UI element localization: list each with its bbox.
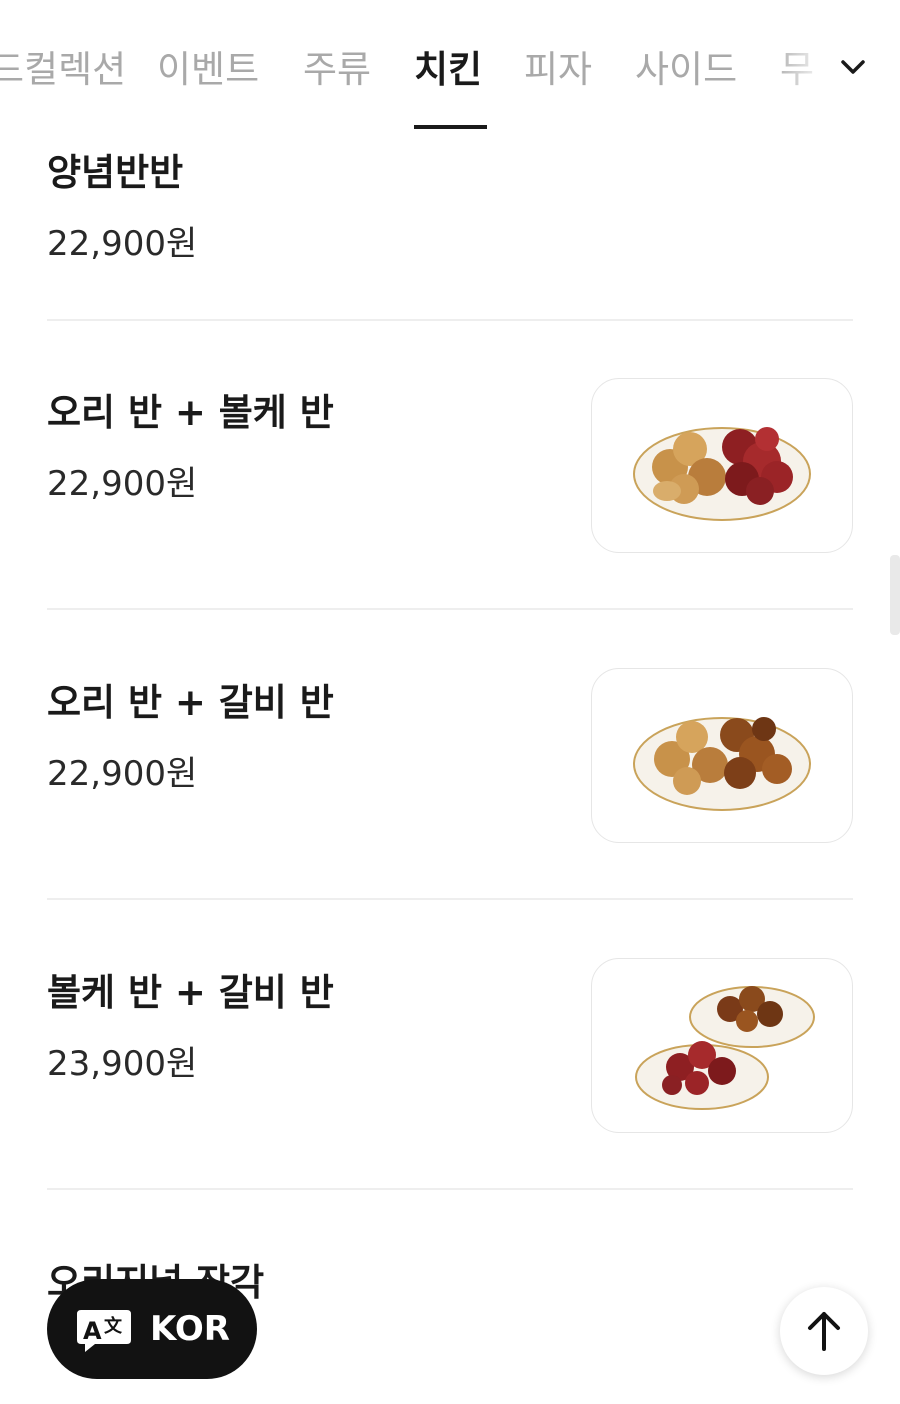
svg-text:A: A: [83, 1317, 102, 1345]
chicken-two-plates-image[interactable]: [591, 958, 853, 1133]
scrollbar[interactable]: [890, 555, 900, 635]
divider: [47, 898, 853, 900]
menu-item-volcano-galbi[interactable]: 볼케 반 + 갈비 반 23,900원: [0, 940, 900, 1160]
chicken-plate-image[interactable]: [591, 378, 853, 553]
divider: [47, 319, 853, 321]
tab-collection[interactable]: 드컬렉션: [0, 40, 126, 100]
menu-item-name: 오리 반 + 볼케 반: [47, 391, 334, 434]
scroll-to-top-button[interactable]: [780, 1287, 868, 1375]
translate-icon: A 文: [75, 1306, 133, 1354]
divider: [47, 1188, 853, 1190]
category-tab-bar: 드컬렉션 이벤트 주류 치킨 피자 사이드 무: [0, 0, 900, 130]
menu-item-yangnyeom-banban[interactable]: 양념반반 22,900원: [0, 130, 900, 310]
tab-fade-overlay: [770, 30, 900, 110]
active-tab-indicator: [414, 125, 487, 129]
tab-liquor[interactable]: 주류: [303, 40, 371, 100]
menu-item-price: 23,900원: [47, 1044, 198, 1084]
divider: [47, 608, 853, 610]
tab-side[interactable]: 사이드: [635, 40, 737, 100]
tab-event[interactable]: 이벤트: [157, 40, 259, 100]
menu-item-price: 22,900원: [47, 464, 198, 504]
menu-item-name: 양념반반: [47, 151, 184, 194]
chevron-down-icon[interactable]: [838, 52, 868, 82]
menu-item-duck-volcano[interactable]: 오리 반 + 볼케 반 22,900원: [0, 360, 900, 580]
menu-item-price: 22,900원: [47, 224, 198, 264]
menu-item-price: 22,900원: [47, 754, 198, 794]
chicken-plate-image[interactable]: [591, 668, 853, 843]
svg-text:文: 文: [104, 1315, 123, 1337]
arrow-up-icon: [808, 1312, 840, 1351]
menu-item-duck-galbi[interactable]: 오리 반 + 갈비 반 22,900원: [0, 650, 900, 870]
language-button[interactable]: A 文 KOR: [47, 1279, 257, 1379]
menu-item-name: 오리 반 + 갈비 반: [47, 681, 334, 724]
tab-pizza[interactable]: 피자: [524, 40, 592, 100]
menu-item-name: 볼케 반 + 갈비 반: [47, 971, 334, 1014]
language-label: KOR: [150, 1309, 230, 1349]
tab-chicken[interactable]: 치킨: [414, 40, 482, 100]
